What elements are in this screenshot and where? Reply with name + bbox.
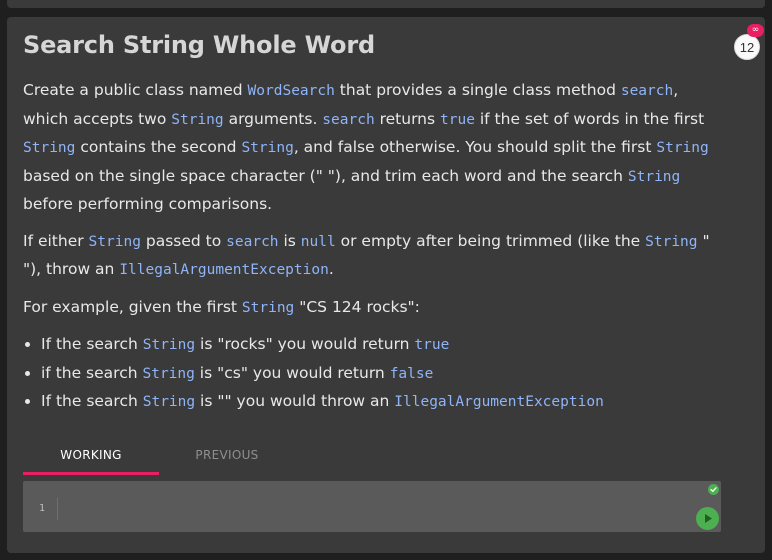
code-span: search [620, 83, 674, 99]
code-span: search [226, 233, 279, 250]
text-span: is "cs" you would return [194, 363, 390, 382]
attempt-count: 12 [734, 34, 760, 60]
code-span: String [627, 168, 681, 185]
previous-card-edge [7, 0, 765, 8]
problem-title: Search String Whole Word [23, 31, 375, 59]
code-span: search [322, 111, 375, 128]
text-span: passed to [140, 231, 227, 250]
text-span: contains the second [75, 138, 242, 156]
problem-card: Search String Whole Word 12 ∞ Create a p… [7, 17, 765, 553]
code-span: null [300, 233, 336, 250]
code-editor[interactable]: 1 [23, 481, 721, 532]
play-icon [705, 514, 712, 523]
text-span: that provides a single class method [334, 81, 621, 99]
examples-list: If the search String is "rocks" you woul… [23, 331, 723, 417]
code-span: true [440, 111, 475, 128]
description-paragraph: For example, given the first String "CS … [23, 294, 723, 323]
text-span: arguments. [223, 109, 323, 128]
text-span: before performing comparisons. [23, 195, 273, 213]
text-span: is "rocks" you would return [195, 335, 415, 353]
code-span: String [241, 140, 294, 156]
text-span: returns [374, 109, 441, 128]
text-span: based on the single space character (" "… [23, 166, 628, 185]
description-paragraph: If either String passed to search is nul… [23, 228, 723, 285]
code-span: String [142, 337, 196, 353]
code-span: String [23, 140, 76, 156]
code-span: IllegalArgumentException [394, 394, 604, 410]
code-span: true [414, 337, 450, 353]
text-span: is "" you would throw an [195, 392, 395, 410]
text-span: If either [23, 231, 89, 250]
text-span: if the search [41, 363, 143, 382]
code-span: String [645, 233, 698, 250]
text-span: Create a public class named [23, 81, 248, 99]
description-paragraph: Create a public class named WordSearch t… [23, 77, 723, 219]
code-span: String [142, 394, 196, 410]
list-item: If the search String is "rocks" you woul… [41, 331, 723, 360]
attempt-badge: 12 ∞ [734, 24, 764, 60]
text-span: If the search [41, 335, 143, 353]
tab-working[interactable]: WORKING [23, 441, 159, 475]
code-span: String [171, 111, 224, 128]
problem-description: Create a public class named WordSearch t… [23, 77, 723, 417]
run-button[interactable] [696, 507, 719, 530]
list-item: if the search String is "cs" you would r… [41, 360, 723, 389]
code-span: IllegalArgumentException [119, 262, 329, 278]
check-circle-icon [708, 484, 719, 495]
text-span: , and false otherwise. You should split … [293, 138, 657, 156]
text-span: if the set of words in the first [474, 109, 705, 128]
code-span: WordSearch [247, 83, 335, 99]
line-gutter: 1 [23, 498, 58, 520]
code-span: String [656, 140, 709, 156]
editor-tabs: WORKING PREVIOUS [23, 441, 323, 475]
text-span: For example, given the first [23, 297, 242, 316]
code-span: String [241, 299, 295, 316]
code-span: false [389, 365, 434, 382]
code-span: String [88, 233, 141, 250]
text-span: If the search [41, 392, 143, 410]
list-item: If the search String is "" you would thr… [41, 388, 723, 417]
tab-previous[interactable]: PREVIOUS [159, 441, 295, 472]
line-number: 1 [39, 503, 46, 514]
text-span: or empty after being trimmed (like the [335, 231, 646, 250]
code-span: String [142, 365, 195, 382]
text-span: "CS 124 rocks": [294, 297, 420, 316]
text-span: is [278, 231, 301, 250]
text-span: . [328, 260, 334, 278]
infinity-badge: ∞ [747, 24, 764, 37]
